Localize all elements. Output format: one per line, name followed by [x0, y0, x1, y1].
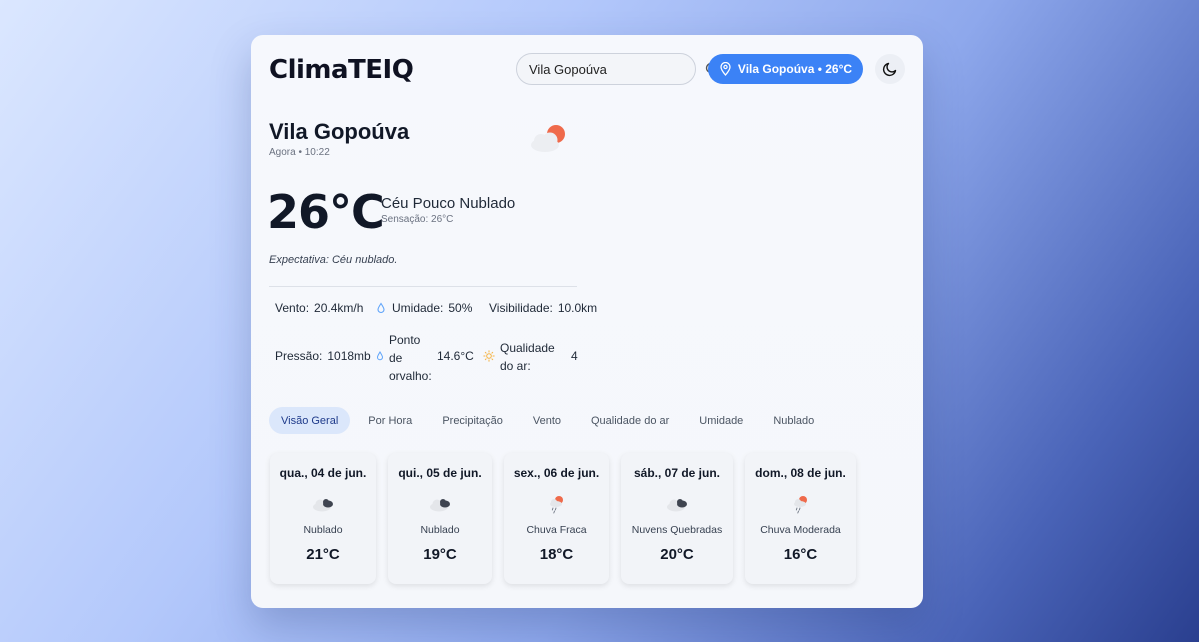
forecast-condition: Nublado — [420, 524, 460, 536]
wind-label: Vento: — [275, 301, 310, 315]
tab-wind[interactable]: Vento — [521, 407, 573, 434]
search-input[interactable] — [529, 61, 705, 77]
forecast-date: dom., 08 de jun. — [755, 466, 846, 480]
tab-overview[interactable]: Visão Geral — [269, 407, 351, 434]
droplet-icon — [377, 302, 385, 313]
tab-cloudy[interactable]: Nublado — [761, 407, 826, 434]
tab-humidity[interactable]: Umidade — [687, 407, 755, 434]
cloudy-icon — [313, 499, 333, 512]
weather-description: Céu Pouco Nublado — [381, 195, 516, 212]
visibility-stat: Visibilidade: 10.0km — [489, 301, 597, 315]
rain-sun-icon — [793, 496, 807, 514]
wind-stat: Vento: 20.4km/h — [275, 301, 363, 315]
current-temperature: 26°C — [267, 185, 385, 239]
forecast-date: qua., 04 de jun. — [279, 466, 367, 480]
air-label-line: Qualidade — [500, 341, 555, 355]
forecast-condition: Nublado — [303, 524, 343, 536]
forecast-temp: 21°C — [306, 546, 340, 563]
pressure-value: 1018mb — [327, 349, 371, 363]
forecast-card[interactable]: qua., 04 de jun. Nublado 21°C — [270, 453, 376, 584]
forecast-temp: 20°C — [660, 546, 694, 563]
current-time: Agora • 10:22 — [269, 147, 330, 158]
humidity-stat: Umidade: 50% — [376, 301, 472, 315]
sun-icon — [483, 350, 495, 362]
air-quality-value: 4 — [571, 349, 578, 363]
forecast-card[interactable]: qui., 05 de jun. Nublado 19°C — [388, 453, 492, 584]
current-location-button[interactable]: Vila Gopoúva • 26°C — [708, 54, 863, 84]
weather-card: ClimaTEIQ Vila Gopoúva • 26°C Vila Gopoú… — [251, 35, 923, 608]
forecast-condition: Chuva Moderada — [760, 524, 841, 536]
tab-air-quality[interactable]: Qualidade do ar — [579, 407, 681, 434]
wind-value: 20.4km/h — [314, 301, 364, 315]
humidity-value: 50% — [448, 301, 473, 315]
air-label-line: do ar: — [500, 359, 531, 373]
dew-label-line: Ponto — [389, 333, 421, 347]
feels-like: Sensação: 26°C — [381, 214, 454, 225]
forecast-date: sex., 06 de jun. — [513, 466, 600, 480]
dew-point-label: Ponto de orvalho: — [389, 331, 432, 385]
forecast-condition: Nuvens Quebradas — [631, 524, 723, 536]
dew-droplet-icon — [376, 351, 384, 361]
pressure-stat: Pressão: 1018mb — [275, 349, 371, 363]
tab-bar: Visão Geral Por Hora Precipitação Vento … — [269, 407, 832, 434]
search-box[interactable] — [516, 53, 719, 85]
cloudy-icon — [667, 499, 687, 512]
location-pin-icon — [720, 62, 731, 76]
visibility-label: Visibilidade: — [489, 301, 553, 315]
visibility-value: 10.0km — [557, 301, 598, 315]
forecast-date: sáb., 07 de jun. — [633, 466, 721, 480]
forecast-expectation: Expectativa: Céu nublado. — [269, 254, 398, 266]
dew-label-line: de — [389, 351, 403, 365]
cloudy-icon — [430, 499, 450, 512]
rain-sun-icon — [549, 496, 563, 514]
forecast-card[interactable]: dom., 08 de jun. Chuva Moderada 16°C — [745, 453, 856, 584]
forecast-temp: 18°C — [539, 546, 574, 563]
theme-toggle-button[interactable] — [875, 54, 905, 84]
forecast-condition: Chuva Fraca — [526, 524, 587, 536]
forecast-card[interactable]: sáb., 07 de jun. Nuvens Quebradas 20°C — [621, 453, 733, 584]
city-name: Vila Gopoúva — [269, 119, 410, 144]
dew-point-value: 14.6°C — [437, 349, 474, 363]
tab-precipitation[interactable]: Precipitação — [430, 407, 515, 434]
air-quality-label: Qualidade do ar: — [500, 339, 555, 375]
pressure-label: Pressão: — [275, 349, 323, 363]
partly-cloudy-icon — [531, 125, 565, 152]
app-logo: ClimaTEIQ — [269, 55, 414, 85]
forecast-date: qui., 05 de jun. — [398, 466, 482, 480]
forecast-temp: 16°C — [783, 546, 818, 563]
forecast-temp: 19°C — [423, 546, 457, 563]
dew-label-line: orvalho: — [389, 369, 432, 383]
tab-hourly[interactable]: Por Hora — [356, 407, 424, 434]
humidity-label: Umidade: — [392, 301, 444, 315]
divider — [269, 286, 577, 287]
forecast-card[interactable]: sex., 06 de jun. Chuva Fraca 18°C — [504, 453, 609, 584]
location-button-label: Vila Gopoúva • 26°C — [737, 62, 853, 76]
moon-icon — [882, 62, 897, 77]
